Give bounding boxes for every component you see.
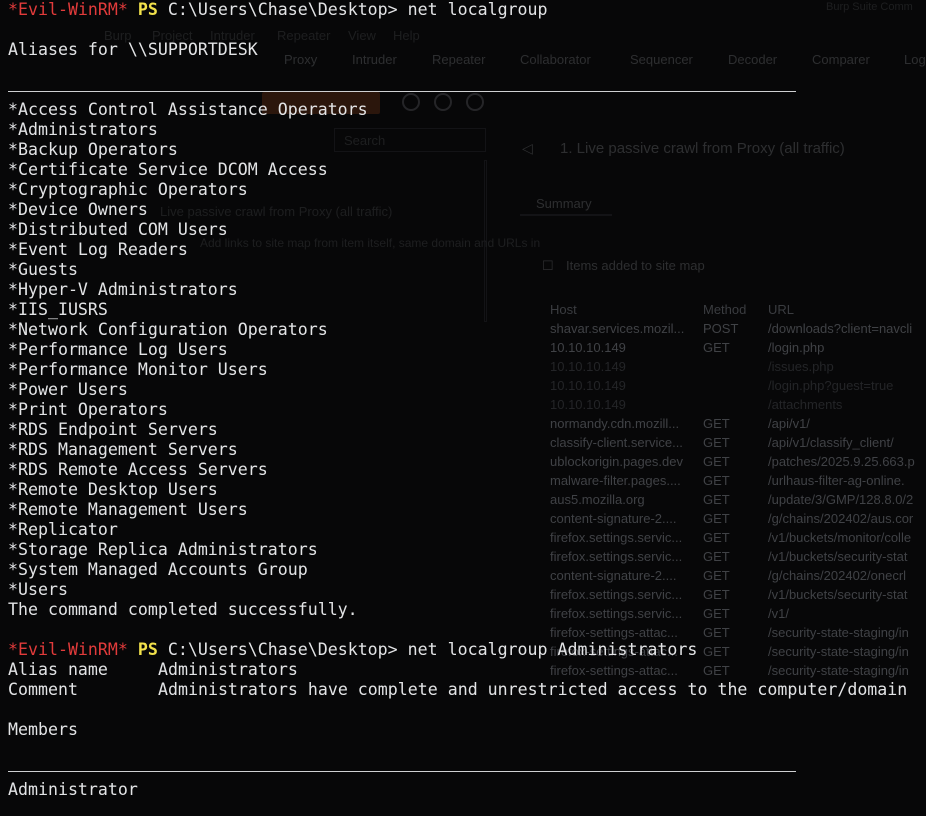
- aliases-header: Aliases for \\SUPPORTDESK: [8, 40, 258, 59]
- comment-line: Comment Administrators have complete and …: [8, 680, 926, 700]
- command-1: net localgroup: [407, 0, 548, 19]
- command-2: net localgroup Administrators: [407, 640, 698, 659]
- group-entry: *Distributed COM Users: [8, 220, 228, 239]
- group-entry: *IIS_IUSRS: [8, 300, 108, 319]
- group-entry: *Certificate Service DCOM Access: [8, 160, 328, 179]
- terminal-output: *Evil-WinRM* PS C:\Users\Chase\Desktop> …: [8, 0, 926, 800]
- prompt-line-2: *Evil-WinRM* PS C:\Users\Chase\Desktop> …: [8, 640, 926, 660]
- separator-rule: [8, 80, 926, 100]
- members-label: Members: [8, 720, 78, 739]
- group-entry: *Print Operators: [8, 400, 168, 419]
- group-entry: *Backup Operators: [8, 140, 178, 159]
- group-entry: *Remote Management Users: [8, 500, 248, 519]
- group-entry: *RDS Remote Access Servers: [8, 460, 268, 479]
- group-entry: *Access Control Assistance Operators: [8, 100, 368, 119]
- group-list: *Access Control Assistance Operators *Adm…: [8, 100, 926, 600]
- group-entry: *Performance Monitor Users: [8, 360, 268, 379]
- prompt-ps: PS: [137, 640, 158, 659]
- completed-message: The command completed successfully.: [8, 600, 358, 619]
- group-entry: *Users: [8, 580, 68, 599]
- comment-key: Comment: [8, 680, 78, 699]
- group-entry: *Power Users: [8, 380, 128, 399]
- prompt-line-1: *Evil-WinRM* PS C:\Users\Chase\Desktop> …: [8, 0, 926, 20]
- group-entry: *RDS Endpoint Servers: [8, 420, 218, 439]
- prompt-name: *Evil-WinRM*: [8, 640, 128, 659]
- prompt-name: *Evil-WinRM*: [8, 0, 128, 19]
- prompt-ps: PS: [137, 0, 158, 19]
- group-entry: *System Managed Accounts Group: [8, 560, 308, 579]
- group-entry: *Storage Replica Administrators: [8, 540, 318, 559]
- group-entry: *Cryptographic Operators: [8, 180, 248, 199]
- group-entry: *Replicator: [8, 520, 118, 539]
- group-entry: *Administrators: [8, 120, 158, 139]
- member-entry: Administrator: [8, 780, 138, 799]
- group-entry: *Hyper-V Administrators: [8, 280, 238, 299]
- group-entry: *Remote Desktop Users: [8, 480, 218, 499]
- group-entry: *RDS Management Servers: [8, 440, 238, 459]
- alias-name-value: Administrators: [158, 660, 298, 679]
- separator-rule: [8, 760, 926, 780]
- group-entry: *Device Owners: [8, 200, 148, 219]
- group-entry: *Network Configuration Operators: [8, 320, 328, 339]
- group-entry: *Performance Log Users: [8, 340, 228, 359]
- group-entry: *Guests: [8, 260, 78, 279]
- terminal-window[interactable]: Burp Suite Comm Burp Project Intruder Re…: [0, 0, 926, 816]
- alias-name-key: Alias name: [8, 660, 108, 679]
- prompt-path: C:\Users\Chase\Desktop>: [167, 0, 398, 19]
- alias-name-line: Alias name Administrators: [8, 660, 926, 680]
- group-entry: *Event Log Readers: [8, 240, 188, 259]
- prompt-path: C:\Users\Chase\Desktop>: [167, 640, 398, 659]
- comment-value: Administrators have complete and unrestr…: [158, 680, 908, 699]
